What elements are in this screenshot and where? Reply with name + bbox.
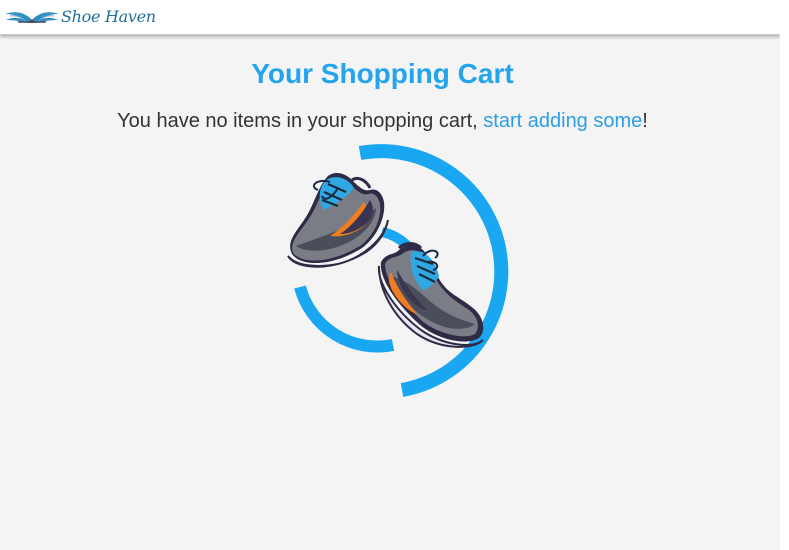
right-sneaker xyxy=(377,242,484,348)
empty-cart-message: You have no items in your shopping cart,… xyxy=(0,109,765,133)
sneakers-icon xyxy=(287,144,509,397)
navbar: Shoe Haven xyxy=(0,0,780,35)
wings-logo-icon xyxy=(5,12,59,23)
start-shopping-link[interactable]: start adding some xyxy=(483,110,642,132)
empty-cart-message-text: You have no items in your shopping cart, xyxy=(117,110,484,132)
empty-cart-message-end: ! xyxy=(642,110,648,132)
logo-text: Shoe Haven xyxy=(61,6,156,26)
scrollbar-gutter xyxy=(780,0,789,550)
left-sneaker xyxy=(287,173,389,268)
page-title: Your Shopping Cart xyxy=(251,58,514,89)
inner-arc xyxy=(294,285,395,353)
page: Shoe Haven Your Shopping Cart You have n… xyxy=(0,0,789,550)
logo-link[interactable]: Shoe Haven xyxy=(4,3,156,29)
